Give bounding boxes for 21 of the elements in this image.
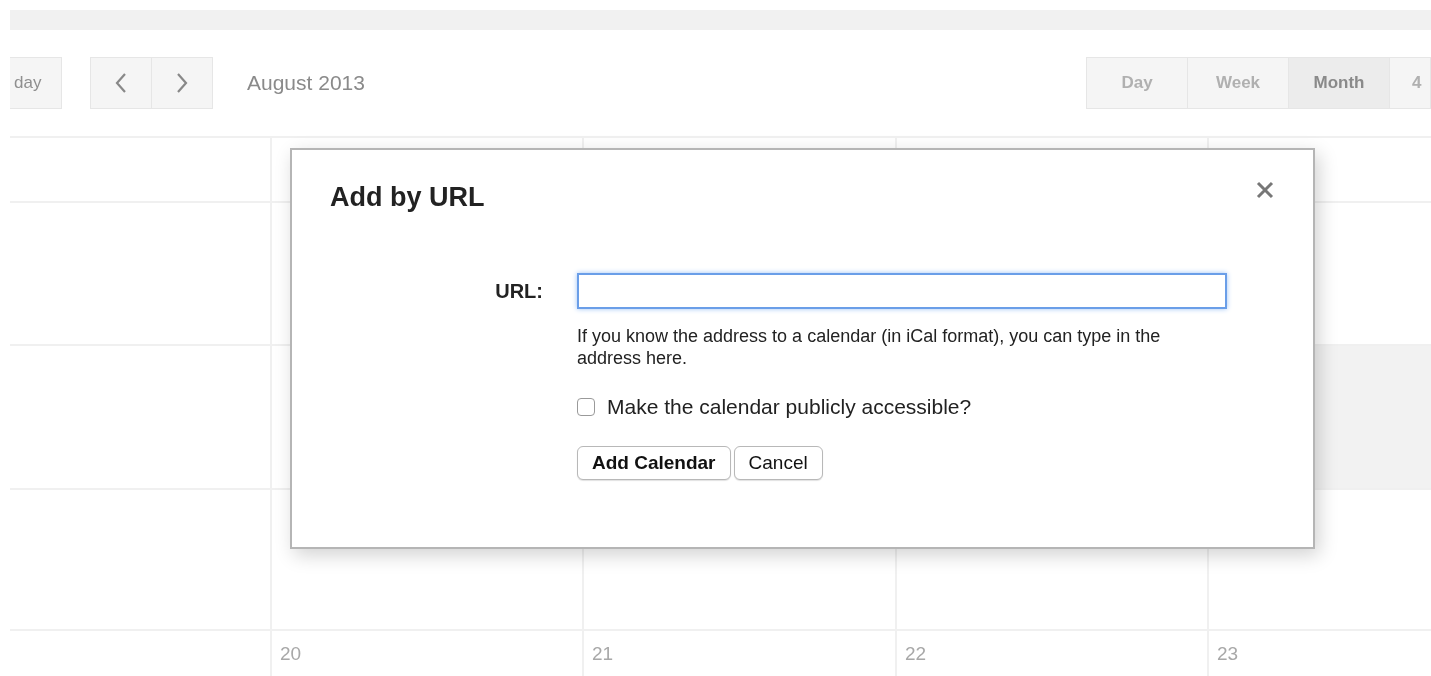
today-button[interactable]: day	[10, 57, 62, 109]
view-tab[interactable]: Month	[1288, 57, 1390, 109]
day-number: 23	[1217, 643, 1239, 664]
url-field[interactable]	[577, 273, 1227, 309]
day-number: 20	[280, 643, 302, 664]
help-text: If you know the address to a calendar (in iCal format), you can type in the address here.	[577, 325, 1162, 369]
month-title: August 2013	[247, 71, 365, 95]
view-tab[interactable]: Day	[1086, 57, 1188, 109]
checkbox[interactable]	[577, 398, 595, 416]
cancel-button[interactable]: Cancel	[733, 446, 823, 480]
checkbox-label: Make the calendar publicly accessible?	[607, 395, 972, 419]
day-number: 22	[905, 643, 927, 664]
close-icon[interactable]	[1255, 180, 1275, 200]
chevron-left-icon	[115, 72, 127, 94]
view-tab[interactable]: 4	[1389, 57, 1431, 109]
dialog-title: Add by URL	[330, 182, 485, 213]
add-calendar-button[interactable]: Add Calendar	[577, 446, 731, 480]
day-number: 21	[592, 643, 614, 664]
url-label: URL:	[494, 279, 543, 303]
view-tab[interactable]: Week	[1187, 57, 1289, 109]
chevron-right-icon	[176, 72, 188, 94]
